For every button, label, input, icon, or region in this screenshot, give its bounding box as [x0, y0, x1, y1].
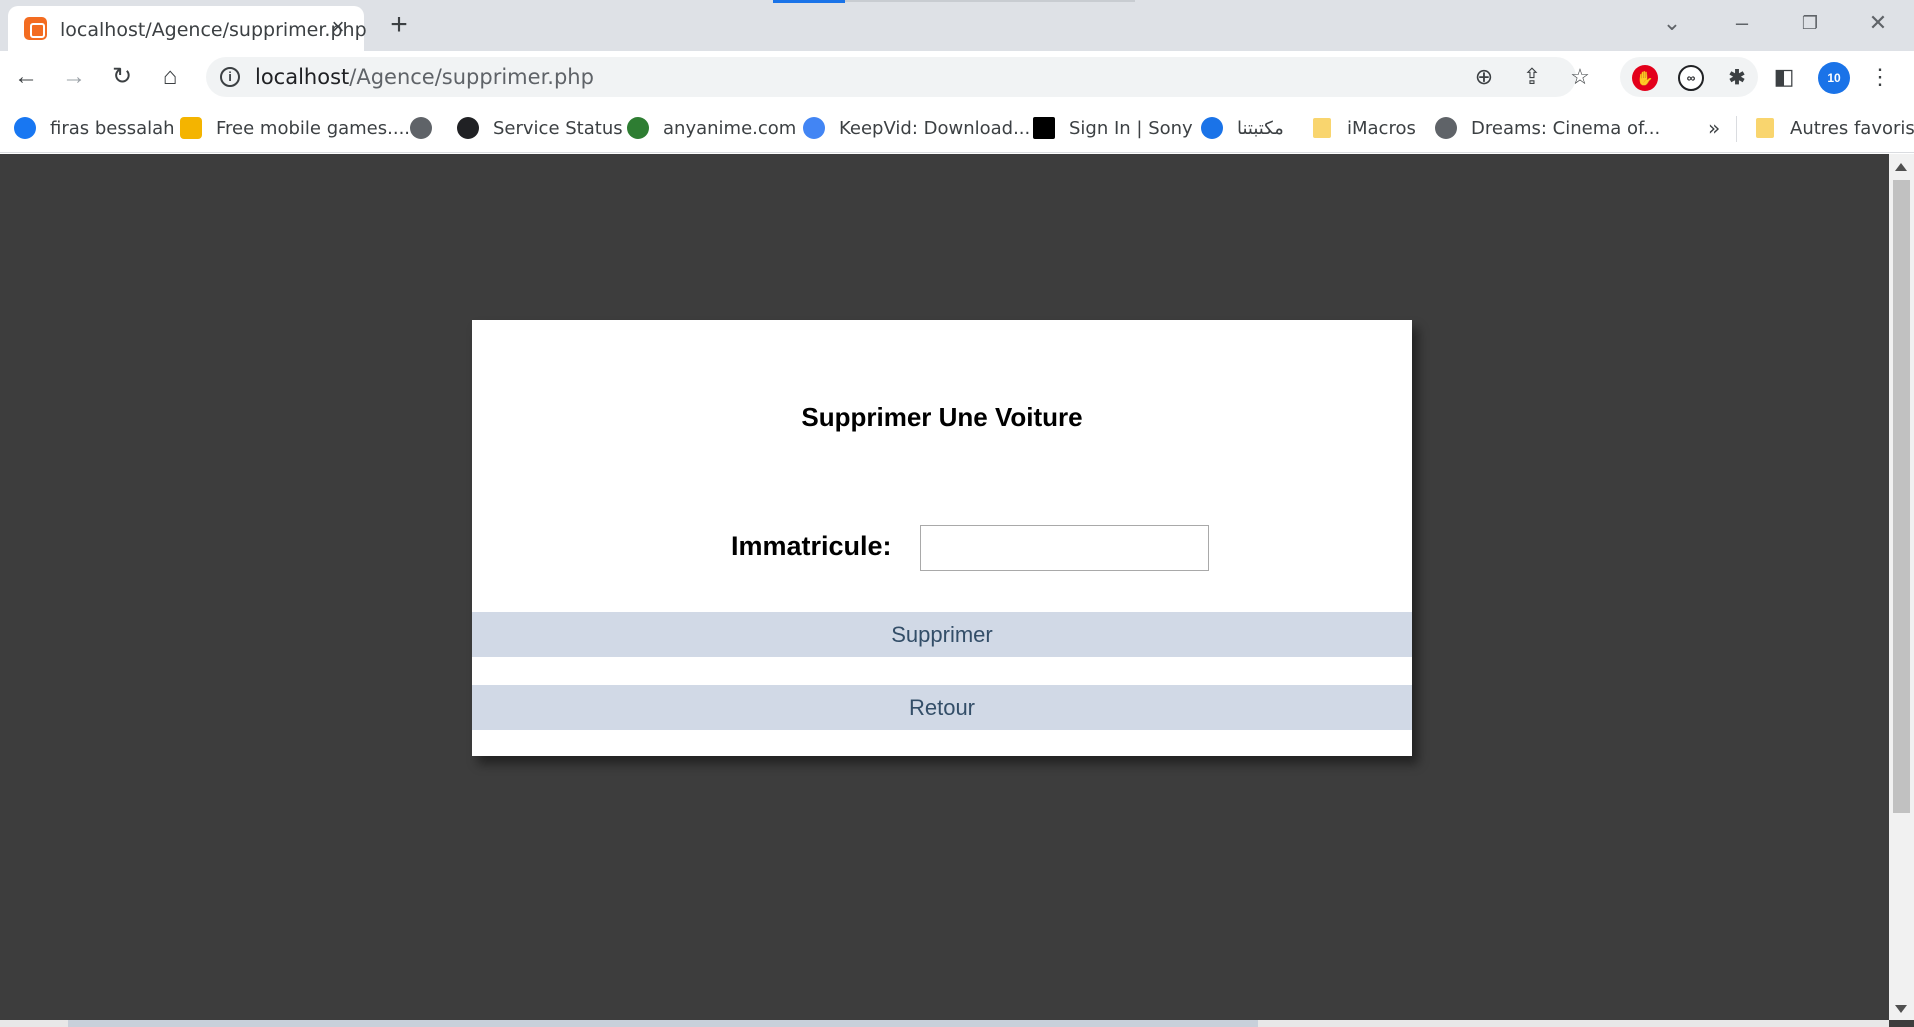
bookmark-item[interactable]: Sign In | Sony	[1033, 114, 1193, 142]
bookmark-item[interactable]: firas bessalah	[14, 114, 175, 142]
bookmark-label: Autres favoris	[1790, 117, 1914, 139]
browser-toolbar: ← → ↻ ⌂ i localhost/Agence/supprimer.php…	[0, 51, 1914, 103]
bookmark-label: Free mobile games....	[216, 117, 411, 139]
browser-chrome: localhost/Agence/supprimer.php × + ⌄ – ❐…	[0, 0, 1914, 154]
side-panel-icon[interactable]: ◧	[1770, 63, 1798, 91]
bookmark-folder[interactable]: iMacros	[1313, 114, 1416, 142]
back-icon[interactable]: ←	[10, 61, 42, 93]
bookmark-star-icon[interactable]: ☆	[1567, 64, 1593, 90]
minimize-icon[interactable]: –	[1722, 8, 1762, 38]
scroll-up-icon[interactable]	[1895, 163, 1907, 171]
vertical-scrollbar[interactable]	[1889, 154, 1914, 1020]
bookmark-label: Sign In | Sony	[1069, 117, 1193, 139]
meta-icon	[14, 117, 36, 139]
horizontal-scrollbar[interactable]	[0, 1020, 1889, 1027]
sony-icon	[1033, 117, 1055, 139]
profile-avatar[interactable]: 10	[1818, 62, 1850, 94]
anime-icon	[627, 117, 649, 139]
status-icon	[457, 117, 479, 139]
back-button[interactable]: Retour	[472, 685, 1412, 730]
url-host: localhost	[255, 65, 350, 89]
bookmark-label: Service Status	[493, 117, 623, 139]
immatricule-input[interactable]	[920, 525, 1209, 571]
tab-search-icon[interactable]: ⌄	[1652, 8, 1692, 38]
globe-icon	[1435, 117, 1457, 139]
globe-icon	[410, 117, 432, 139]
forward-icon[interactable]: →	[58, 61, 90, 93]
bookmark-item[interactable]: KeepVid: Download...	[803, 114, 1030, 142]
address-bar[interactable]: i localhost/Agence/supprimer.php ⊕ ⇪ ☆	[206, 57, 1590, 97]
page-title: Supprimer Une Voiture	[801, 402, 1083, 432]
page-viewport: Supprimer Une Voiture Immatricule: Suppr…	[0, 154, 1889, 1020]
extensions-area: ✋ ∞ ✱	[1620, 57, 1758, 97]
bookmark-item[interactable]: anyanime.com	[627, 114, 796, 142]
tab-title: localhost/Agence/supprimer.php	[60, 19, 367, 41]
game-icon	[180, 117, 202, 139]
bookmark-item[interactable]: Dreams: Cinema of...	[1435, 114, 1660, 142]
delete-car-form: Supprimer Une Voiture Immatricule: Suppr…	[472, 320, 1412, 756]
url-text[interactable]: localhost/Agence/supprimer.php	[255, 65, 594, 89]
bookmark-item[interactable]: مكتبتنا	[1201, 114, 1284, 142]
keepvid-icon	[803, 117, 825, 139]
xampp-favicon-icon	[24, 17, 47, 40]
bookmarks-bar: firas bessalah Free mobile games.... Ser…	[0, 103, 1914, 153]
restore-icon[interactable]: ❐	[1790, 8, 1830, 38]
r-icon	[1201, 117, 1223, 139]
link-extension-icon[interactable]: ∞	[1678, 65, 1704, 91]
more-bookmarks-icon[interactable]: »	[1708, 114, 1720, 142]
tab-close-icon[interactable]: ×	[326, 15, 350, 39]
delete-button[interactable]: Supprimer	[472, 612, 1412, 657]
bookmark-label: Dreams: Cinema of...	[1471, 117, 1661, 139]
tab-active[interactable]: localhost/Agence/supprimer.php ×	[8, 6, 367, 51]
tab-divider	[845, 0, 1135, 2]
bookmark-item[interactable]	[410, 114, 446, 142]
immatricule-label: Immatricule:	[731, 531, 892, 561]
vertical-scroll-thumb[interactable]	[1893, 180, 1910, 813]
folder-icon	[1313, 118, 1331, 138]
bookmark-label: firas bessalah	[50, 117, 175, 139]
extensions-puzzle-icon[interactable]: ✱	[1724, 65, 1750, 91]
new-tab-button[interactable]: +	[384, 10, 414, 41]
bookmark-label: مكتبتنا	[1237, 117, 1284, 139]
home-icon[interactable]: ⌂	[154, 61, 186, 93]
tab-loading-indicator	[773, 0, 845, 3]
close-window-icon[interactable]: ✕	[1858, 8, 1898, 38]
adblock-extension-icon[interactable]: ✋	[1632, 65, 1658, 91]
other-bookmarks-folder[interactable]: Autres favoris	[1756, 114, 1914, 142]
horizontal-scroll-thumb[interactable]	[68, 1020, 1258, 1027]
bookmark-label: anyanime.com	[663, 117, 797, 139]
bookmarks-divider	[1736, 116, 1737, 142]
share-icon[interactable]: ⇪	[1519, 64, 1545, 90]
bookmark-label: iMacros	[1347, 117, 1416, 139]
url-path: /Agence/supprimer.php	[349, 65, 594, 89]
scroll-down-icon[interactable]	[1895, 1005, 1907, 1013]
reload-icon[interactable]: ↻	[106, 61, 138, 93]
bookmark-item[interactable]: Service Status	[457, 114, 623, 142]
menu-kebab-icon[interactable]: ⋮	[1866, 63, 1894, 91]
site-info-icon[interactable]: i	[220, 67, 240, 87]
folder-icon	[1756, 118, 1774, 138]
bookmark-label: KeepVid: Download...	[839, 117, 1031, 139]
bookmark-item[interactable]: Free mobile games....	[180, 114, 410, 142]
zoom-icon[interactable]: ⊕	[1471, 64, 1497, 90]
tab-strip: localhost/Agence/supprimer.php × + ⌄ – ❐…	[0, 0, 1914, 51]
